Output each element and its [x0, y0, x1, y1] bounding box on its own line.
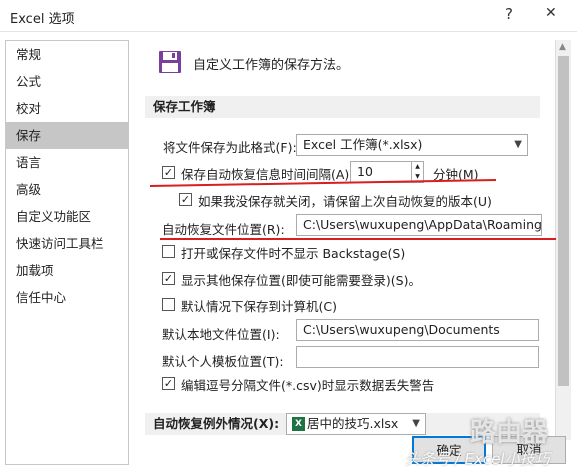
template-location-input[interactable] — [296, 346, 539, 368]
section-title: 自动恢复例外情况(X): — [153, 416, 280, 431]
sidebar-item-advanced[interactable]: 高级 — [6, 176, 128, 203]
section-title: 保存工作簿 — [153, 99, 216, 114]
autorecover-location-label: 自动恢复文件位置(R): — [162, 222, 285, 237]
chevron-down-icon: ▼ — [514, 139, 522, 150]
sidebar-item-quick-access-toolbar[interactable]: 快速访问工具栏 — [6, 230, 128, 257]
router-logo-watermark: 路由器 — [470, 418, 549, 448]
format-value: Excel 工作簿(*.xlsx) — [303, 137, 423, 152]
autorecover-label: 保存自动恢复信息时间间隔(A) — [181, 167, 350, 182]
sidebar: 常规 公式 校对 保存 语言 高级 自定义功能区 快速访问工具栏 加载项 信任中… — [5, 40, 129, 465]
sidebar-item-customize-ribbon[interactable]: 自定义功能区 — [6, 203, 128, 230]
no-backstage-label: 打开或保存文件时不显示 Backstage(S) — [181, 246, 406, 261]
page-header: 自定义工作簿的保存方法。 — [193, 58, 350, 73]
annotation-underline-location — [160, 238, 556, 240]
options-content: 自定义工作簿的保存方法。 保存工作簿 将文件保存为此格式(F): Excel 工… — [135, 40, 555, 440]
default-local-label: 默认本地文件位置(I): — [162, 327, 280, 342]
show-more-locations-label: 显示其他保存位置(即使可能需要登录)(S)。 — [181, 273, 421, 288]
exceptions-workbook-dropdown[interactable]: X 居中的技巧.xlsx ▼ — [286, 413, 426, 435]
source-watermark: 头条号 / Excel小技巧 — [405, 450, 550, 468]
save-to-computer-label: 默认情况下保存到计算机(C) — [181, 299, 337, 314]
sidebar-item-general[interactable]: 常规 — [6, 41, 128, 68]
template-location-label: 默认个人模板位置(T): — [162, 354, 284, 369]
format-dropdown[interactable]: Excel 工作簿(*.xlsx) ▼ — [296, 134, 528, 156]
default-local-value: C:\Users\wuxupeng\Documents — [303, 322, 500, 337]
show-more-locations-checkbox[interactable]: ✓ — [162, 272, 175, 285]
close-icon[interactable]: ✕ — [545, 5, 557, 21]
window-title: Excel 选项 — [10, 12, 75, 27]
exceptions-file-value: 居中的技巧.xlsx — [307, 416, 399, 431]
autorecover-location-value: C:\Users\wuxupeng\AppData\Roaming\M — [303, 217, 542, 232]
autorecover-location-input[interactable]: C:\Users\wuxupeng\AppData\Roaming\M — [296, 214, 542, 236]
chevron-down-icon: ▼ — [412, 418, 420, 429]
scroll-thumb[interactable] — [558, 56, 569, 386]
csv-warning-label: 编辑逗号分隔文件(*.csv)时显示数据丢失警告 — [181, 378, 435, 393]
autorecover-minutes-value: 10 — [357, 164, 373, 179]
title-bar: Excel 选项 ? ✕ — [0, 0, 577, 32]
vertical-scrollbar[interactable]: ▲ — [555, 40, 571, 440]
save-to-computer-checkbox[interactable] — [162, 298, 175, 311]
no-backstage-checkbox[interactable] — [162, 245, 175, 258]
format-label: 将文件保存为此格式(F): — [163, 140, 297, 155]
keep-last-version-checkbox[interactable]: ✓ — [179, 193, 192, 206]
sidebar-item-save[interactable]: 保存 — [6, 122, 128, 149]
sidebar-item-add-ins[interactable]: 加载项 — [6, 257, 128, 284]
scroll-up-icon[interactable]: ▲ — [559, 42, 566, 52]
autorecover-checkbox[interactable]: ✓ — [162, 166, 175, 179]
section-save-workbooks: 保存工作簿 — [145, 96, 540, 118]
excel-file-icon: X — [292, 417, 305, 431]
sidebar-item-trust-center[interactable]: 信任中心 — [6, 284, 128, 311]
minutes-spinner[interactable]: ▲ ▼ — [411, 162, 423, 182]
default-local-input[interactable]: C:\Users\wuxupeng\Documents — [296, 319, 539, 341]
save-disk-icon — [159, 51, 181, 73]
csv-warning-checkbox[interactable]: ✓ — [162, 377, 175, 390]
sidebar-item-proofing[interactable]: 校对 — [6, 95, 128, 122]
keep-last-version-label: 如果我没保存就关闭，请保留上次自动恢复的版本(U) — [198, 194, 492, 209]
sidebar-item-language[interactable]: 语言 — [6, 149, 128, 176]
sidebar-item-formulas[interactable]: 公式 — [6, 68, 128, 95]
spin-up-icon[interactable]: ▲ — [412, 162, 423, 172]
help-icon[interactable]: ? — [505, 5, 513, 23]
